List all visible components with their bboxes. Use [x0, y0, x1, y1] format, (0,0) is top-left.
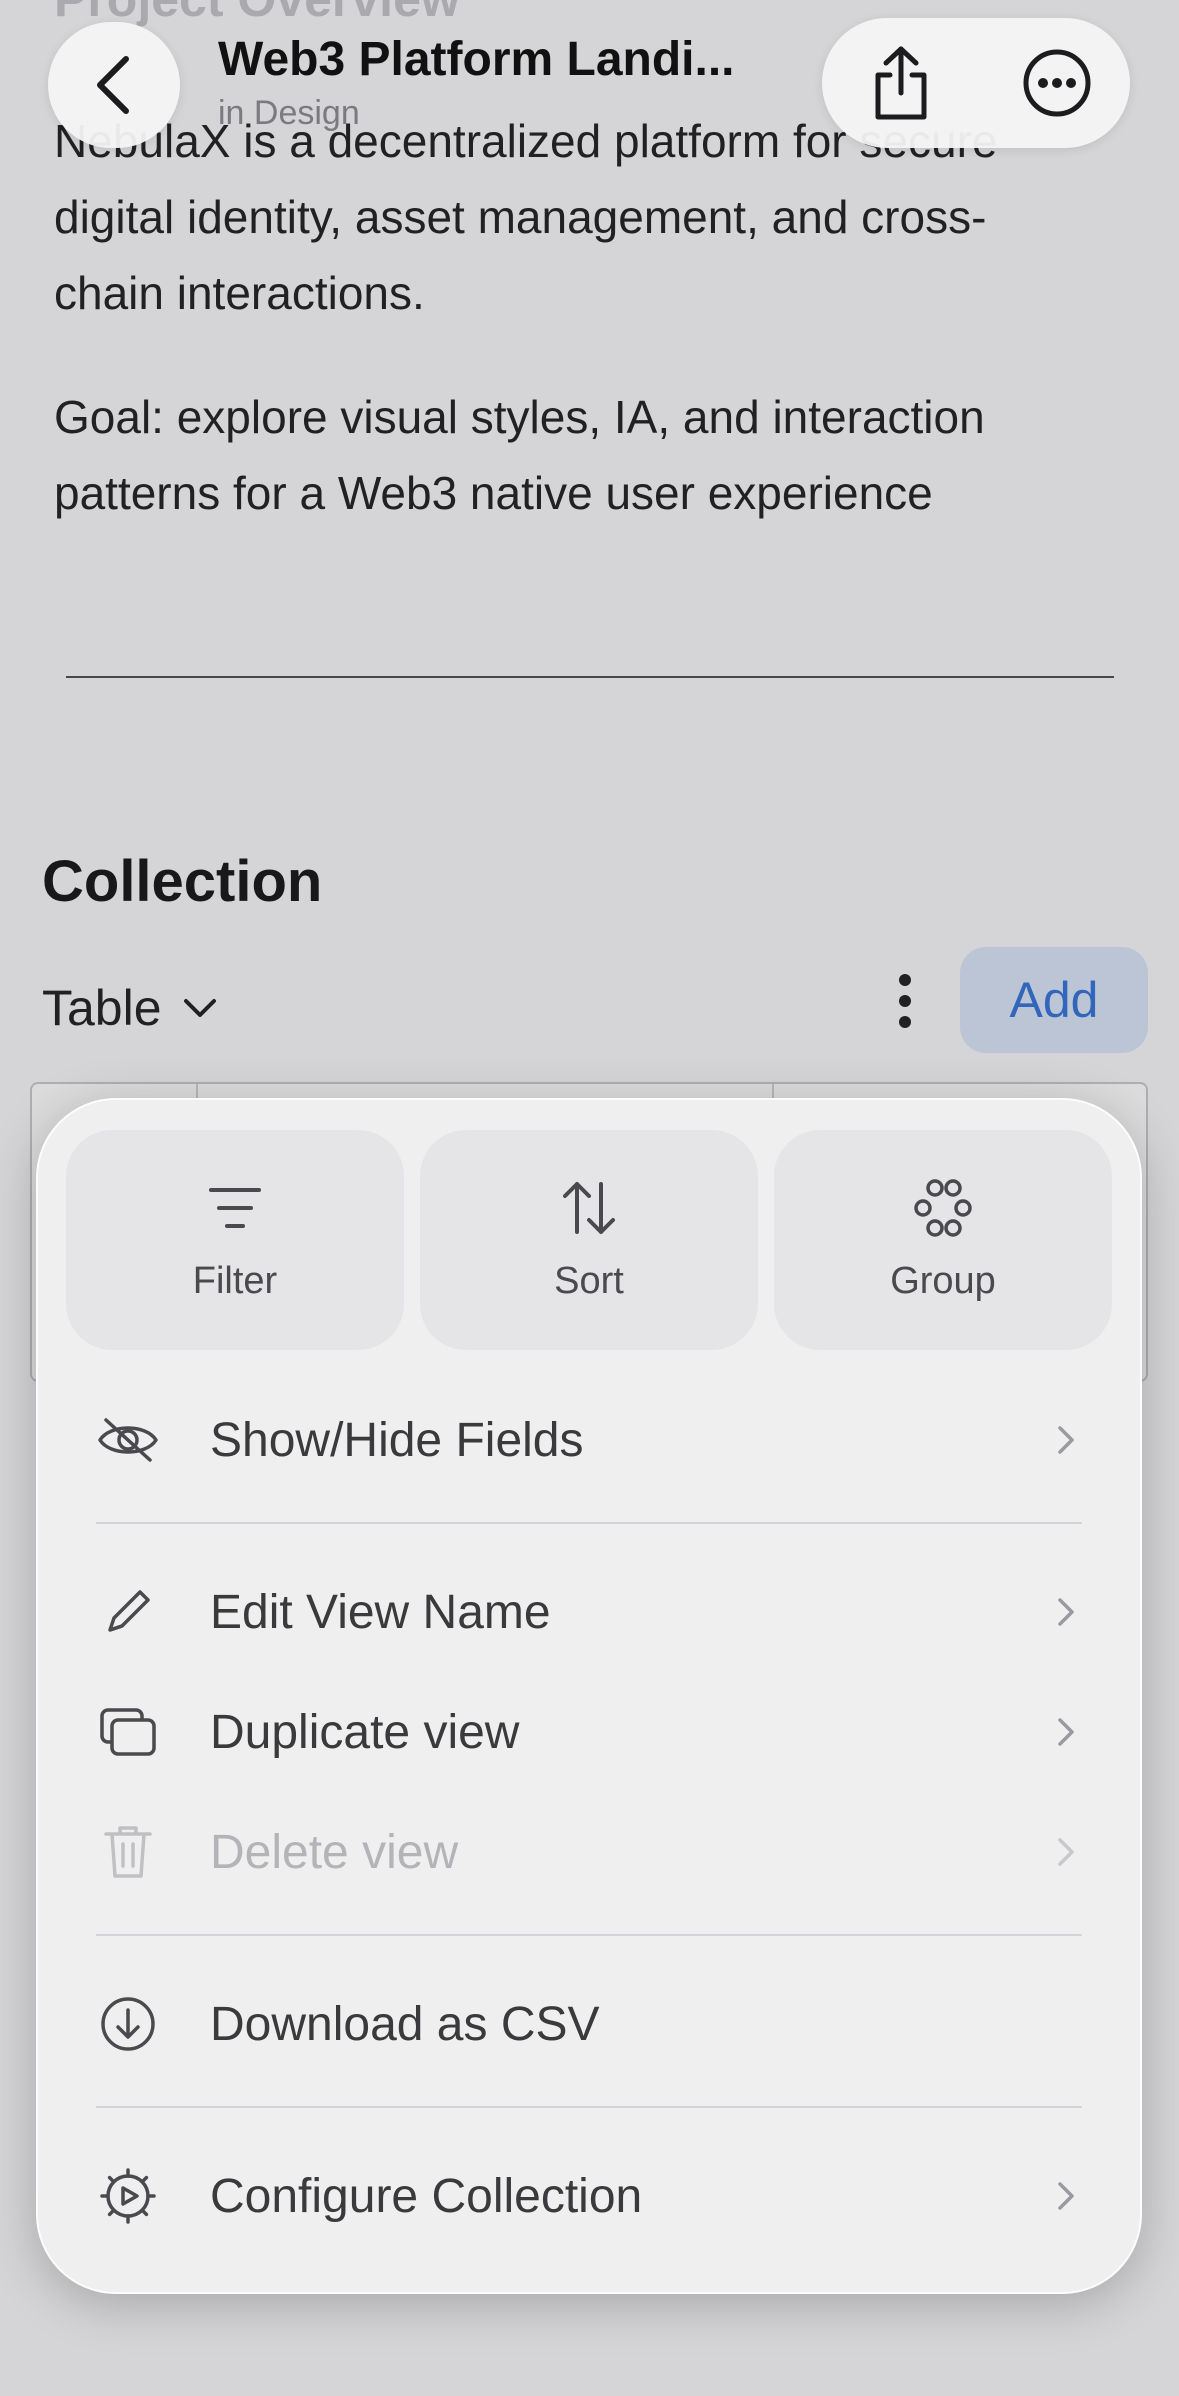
sort-icon [563, 1181, 615, 1234]
sort-button[interactable]: Sort [420, 1130, 758, 1350]
quick-actions: Filter Sort Group [66, 1130, 1112, 1350]
sort-label: Sort [554, 1259, 624, 1302]
chevron-right-icon [1058, 1838, 1074, 1866]
menu-item-label: Show/Hide Fields [210, 1413, 584, 1467]
menu-item-label: Configure Collection [210, 2169, 643, 2223]
chevron-right-icon [1058, 1426, 1074, 1454]
menu-item-label: Duplicate view [210, 1705, 520, 1759]
chevron-left-icon [97, 56, 129, 114]
menu-separator [96, 1934, 1082, 1936]
menu-item-label: Edit View Name [210, 1585, 551, 1639]
menu-item-duplicate-view[interactable]: Duplicate view [96, 1682, 1086, 1782]
menu-separator [96, 1522, 1082, 1524]
group-icon [914, 1178, 972, 1237]
page-subtitle: in Design [218, 94, 360, 132]
download-icon [96, 1989, 172, 2059]
menu-item-delete-view: Delete view [96, 1802, 1086, 1902]
duplicate-icon [96, 1697, 172, 1767]
filter-icon [209, 1187, 261, 1228]
chevron-right-icon [1058, 2182, 1074, 2210]
back-button[interactable] [48, 22, 180, 148]
pencil-icon [96, 1577, 172, 1647]
menu-item-label: Delete view [210, 1825, 459, 1879]
more-horizontal-icon [1023, 49, 1091, 117]
menu-item-download-csv[interactable]: Download as CSV [96, 1974, 1086, 2074]
filter-label: Filter [192, 1259, 278, 1302]
view-options-menu: Filter Sort Group Show/Hide Fields Edit … [36, 1098, 1142, 2294]
share-icon [875, 46, 927, 120]
gear-icon [96, 2161, 172, 2231]
menu-item-edit-view-name[interactable]: Edit View Name [96, 1562, 1086, 1662]
menu-item-configure-collection[interactable]: Configure Collection [96, 2146, 1086, 2246]
menu-item-label: Download as CSV [210, 1997, 600, 2051]
nav-actions [822, 18, 1130, 148]
filter-button[interactable]: Filter [66, 1130, 404, 1350]
menu-separator [96, 2106, 1082, 2108]
group-button[interactable]: Group [774, 1130, 1112, 1350]
chevron-right-icon [1058, 1598, 1074, 1626]
menu-item-show-hide-fields[interactable]: Show/Hide Fields [96, 1390, 1086, 1490]
page-title: Web3 Platform Landi... [218, 33, 735, 86]
group-label: Group [890, 1259, 996, 1302]
chevron-right-icon [1058, 1718, 1074, 1746]
screen: Project Overview NebulaX is a decentrali… [0, 0, 1179, 2396]
more-button[interactable] [1014, 40, 1100, 126]
share-button[interactable] [858, 40, 944, 126]
trash-icon [96, 1817, 172, 1887]
eye-slash-icon [96, 1405, 172, 1475]
